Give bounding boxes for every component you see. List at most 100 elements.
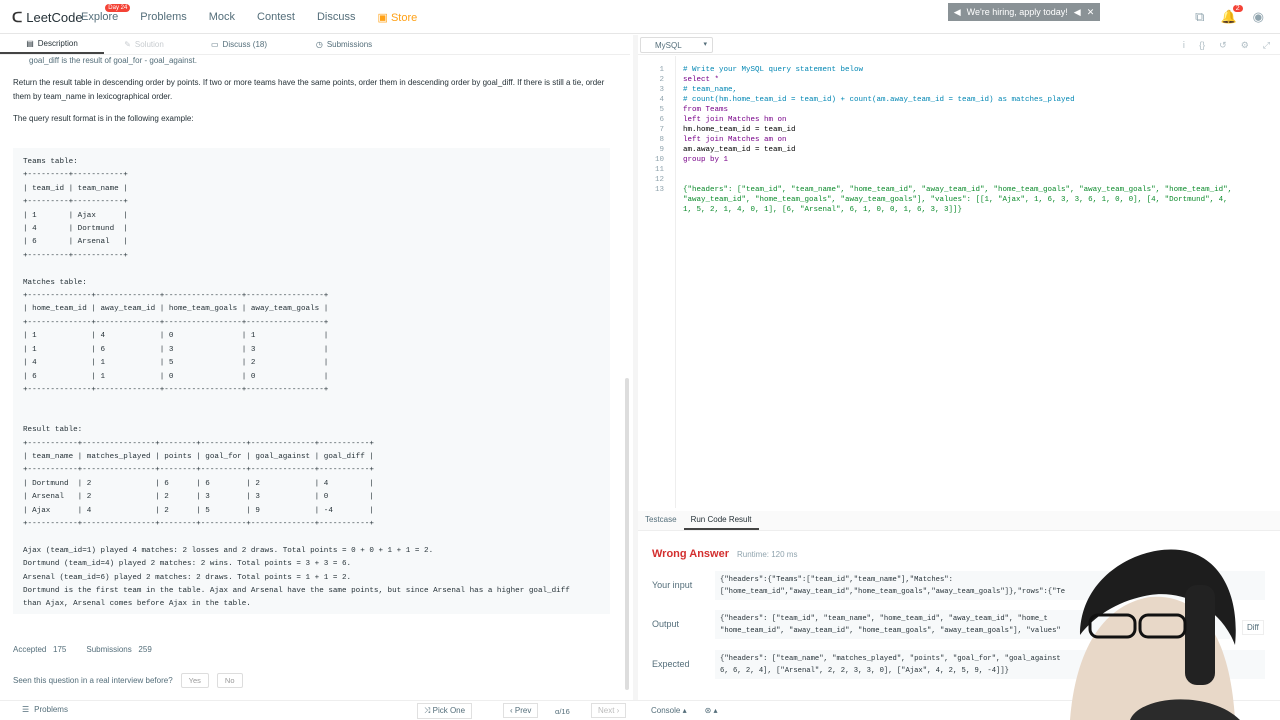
nav-problems[interactable]: Problems xyxy=(140,11,186,24)
interview-question: Seen this question in a real interview b… xyxy=(13,676,173,685)
nav-explore[interactable]: Explore Day 24 xyxy=(81,4,131,24)
line-number: 7 xyxy=(659,126,664,134)
tab-description[interactable]: ▤ Description xyxy=(0,35,104,54)
editor-icons: ⅰ {} ↺ ⚙ ⤢ xyxy=(1183,40,1270,51)
megaphone-icon: ◀ xyxy=(953,6,961,17)
code-line: # count(hm.home_team_id = team_id) + cou… xyxy=(683,96,1075,104)
input-label: Your input xyxy=(652,580,693,590)
goal-diff-bullet: goal_diff is the result of goal_for - go… xyxy=(29,56,197,65)
line-gutter: 1 2 3 4 5 6 7 8 9 10 11 12 13 xyxy=(638,56,676,508)
problem-description: goal_diff is the result of goal_for - go… xyxy=(0,55,624,693)
clock-icon: ◷ xyxy=(315,40,323,49)
code-line: # Write your MySQL query statement below xyxy=(683,66,864,74)
code-line: am.away_team_id = team_id xyxy=(683,146,796,154)
main-nav: Explore Day 24 Problems Mock Contest Disc… xyxy=(81,4,439,24)
code-line: left join Matches am on xyxy=(683,136,787,144)
line-number: 11 xyxy=(654,166,664,174)
discuss-icon: ▭ xyxy=(210,40,219,49)
leetcode-logo[interactable]: ᑕ LeetCode xyxy=(12,9,83,26)
pick-one-button[interactable]: ⤨ Pick One xyxy=(417,703,473,719)
line-number: 10 xyxy=(654,156,664,164)
description-icon: ▤ xyxy=(26,39,34,48)
headphones-icon xyxy=(1185,585,1215,685)
code-line: # team_name, xyxy=(683,86,738,94)
yes-button[interactable]: Yes xyxy=(180,673,209,688)
tab-submissions[interactable]: ◷ Submissions xyxy=(294,35,394,54)
accepted-stat: Accepted 175 xyxy=(13,645,67,654)
submissions-stat: Submissions 259 xyxy=(86,645,152,654)
leetcode-logo-icon: ᑕ xyxy=(12,9,23,25)
code-editor[interactable]: 1 2 3 4 5 6 7 8 9 10 11 12 13 # Write yo… xyxy=(638,56,1280,508)
playground-icon[interactable]: ⧉ xyxy=(1195,9,1204,25)
line-number: 13 xyxy=(654,186,664,194)
nav-contest[interactable]: Contest xyxy=(257,11,295,24)
tab-testcase[interactable]: Testcase xyxy=(638,511,684,530)
output-label: Output xyxy=(652,619,680,629)
console-button[interactable]: Console ▴ xyxy=(651,706,687,715)
nav-store[interactable]: ▣ Store xyxy=(377,11,417,24)
runtime-text: Runtime: 120 ms xyxy=(737,550,798,559)
description-tabs: ▤ Description ✎ Solution ▭ Discuss (18) ◷ Su… xyxy=(0,35,630,55)
code-line: from Teams xyxy=(683,106,729,114)
megaphone-icon: ◀ xyxy=(1073,6,1081,17)
bell-icon[interactable]: 🔔 2 xyxy=(1220,5,1243,25)
result-status: Wrong Answer xyxy=(652,548,730,560)
interview-prompt: Seen this question in a real interview b… xyxy=(13,673,243,688)
problems-button[interactable]: ☰ Problems xyxy=(22,705,68,714)
braces-icon[interactable]: {} xyxy=(1199,40,1205,51)
code-line: {"headers": ["team_id", "team_name", "ho… xyxy=(683,186,1233,194)
top-navbar: ᑕ LeetCode Explore Day 24 Problems Mock C… xyxy=(0,0,1280,34)
line-number: 1 xyxy=(659,66,664,74)
no-button[interactable]: No xyxy=(216,673,243,688)
reset-icon[interactable]: ↺ xyxy=(1219,40,1227,51)
tab-solution: ✎ Solution xyxy=(124,40,164,49)
brand-name: LeetCode xyxy=(26,10,83,25)
tab-discuss[interactable]: ▭ Discuss (18) xyxy=(184,35,294,54)
description-scrollbar[interactable] xyxy=(625,378,629,690)
example-block: Teams table: +---------+-----------+ | t… xyxy=(13,148,610,614)
code-line: left join Matches hm on xyxy=(683,116,787,124)
line-number: 4 xyxy=(659,96,664,104)
explore-badge: Day 24 xyxy=(105,4,131,12)
prev-button[interactable]: ‹ Prev xyxy=(503,703,539,718)
next-button[interactable]: Next › xyxy=(591,703,627,718)
problem-stats: Accepted 175 Submissions 259 xyxy=(13,645,152,654)
line-number: 6 xyxy=(659,116,664,124)
close-icon[interactable]: ✕ xyxy=(1087,7,1095,18)
line-number: 3 xyxy=(659,86,664,94)
line-number: 9 xyxy=(659,146,664,154)
info-icon[interactable]: ⅰ xyxy=(1183,40,1186,51)
code-line: 1, 5, 2, 1, 4, 0, 1], [6, "Arsenal", 6, … xyxy=(683,206,963,214)
line-number: 12 xyxy=(654,176,664,184)
hiring-text: We're hiring, apply today! xyxy=(966,7,1068,17)
nav-mock[interactable]: Mock xyxy=(209,11,235,24)
console-area: Console ▴ ⊛ ▴ xyxy=(651,706,718,715)
line-number: 8 xyxy=(659,136,664,144)
page-indicator: α/16 xyxy=(555,707,570,716)
tab-run-result[interactable]: Run Code Result xyxy=(683,511,759,530)
solution-icon: ✎ xyxy=(124,40,131,49)
shuffle-icon: ⤨ xyxy=(424,706,433,715)
language-select[interactable]: MySQL xyxy=(640,37,713,53)
line-number: 2 xyxy=(659,76,664,84)
menu-icon: ☰ xyxy=(22,705,30,714)
nav-discuss[interactable]: Discuss xyxy=(317,11,356,24)
settings-icon[interactable]: ⚙ xyxy=(1241,40,1249,51)
top-right-icons: ⧉ 🔔 2 ◉ xyxy=(1195,5,1264,25)
fullscreen-icon[interactable]: ⤢ xyxy=(1263,40,1270,51)
code-line: "away_team_id", "home_team_goals", "away… xyxy=(683,196,1228,204)
store-icon: ▣ xyxy=(377,12,391,24)
help-icon[interactable]: ⊛ ▴ xyxy=(705,706,718,715)
code-line: hm.home_team_id = team_id xyxy=(683,126,796,134)
webcam-overlay xyxy=(1070,549,1240,720)
expected-label: Expected xyxy=(652,659,690,669)
code-line: select * xyxy=(683,76,720,84)
chevron-right-icon: › xyxy=(614,706,620,715)
code-line: group by 1 xyxy=(683,156,729,164)
notification-count: 2 xyxy=(1232,5,1243,12)
avatar-icon[interactable]: ◉ xyxy=(1253,9,1264,25)
return-instructions: Return the result table in descending or… xyxy=(13,78,605,101)
hiring-banner[interactable]: ◀ We're hiring, apply today! ◀ ✕ xyxy=(948,3,1100,21)
format-text: The query result format is in the follow… xyxy=(13,114,194,123)
editor-toolbar: MySQL ⅰ {} ↺ ⚙ ⤢ xyxy=(638,35,1280,55)
